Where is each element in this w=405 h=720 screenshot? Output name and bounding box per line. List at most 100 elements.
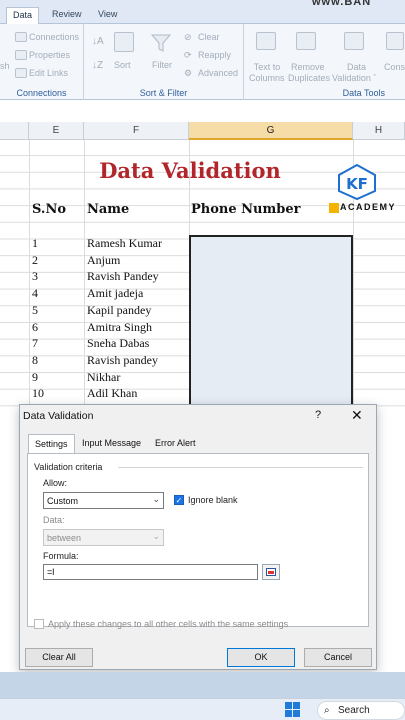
formula-row: =l bbox=[43, 564, 280, 580]
remove-duplicates-label-2[interactable]: Duplicates bbox=[288, 73, 330, 83]
ribbon: sh Connections Properties Edit Links Con… bbox=[0, 24, 405, 100]
cell-name[interactable]: Anjum bbox=[87, 253, 120, 268]
group-label-sort-filter: Sort & Filter bbox=[139, 88, 188, 98]
chevron-down-icon: ⌄ bbox=[152, 531, 160, 541]
cell-sno[interactable]: 1 bbox=[32, 236, 38, 251]
allow-label: Allow: bbox=[43, 478, 68, 488]
cell-sno[interactable]: 7 bbox=[32, 336, 38, 351]
advanced-button[interactable]: Advanced bbox=[198, 68, 238, 78]
watermark-text: www.BAN bbox=[312, 0, 372, 8]
cell-name[interactable]: Sneha Dabas bbox=[87, 336, 149, 351]
cell-sno[interactable]: 2 bbox=[32, 253, 38, 268]
close-icon[interactable]: ✕ bbox=[351, 407, 363, 424]
range-icon-arrow bbox=[268, 571, 274, 574]
advanced-icon: ⚙ bbox=[184, 68, 193, 78]
allow-select[interactable]: Custom ⌄ bbox=[43, 492, 164, 509]
column-header-h[interactable]: H bbox=[353, 122, 405, 140]
consolidate-label[interactable]: Conso bbox=[384, 62, 405, 72]
connections-button[interactable]: Connections bbox=[29, 32, 79, 42]
status-strip bbox=[0, 672, 405, 698]
text-to-columns-icon bbox=[256, 32, 276, 50]
formula-label: Formula: bbox=[43, 551, 79, 561]
clear-icon: ⊘ bbox=[184, 32, 192, 42]
sort-button[interactable]: Sort bbox=[114, 60, 131, 70]
column-header-f[interactable]: F bbox=[84, 122, 189, 140]
clear-button[interactable]: Clear bbox=[198, 32, 220, 42]
remove-duplicates-label-1[interactable]: Remove bbox=[291, 62, 325, 72]
ok-button[interactable]: OK bbox=[227, 648, 295, 667]
allow-value: Custom bbox=[47, 496, 79, 506]
corner-header[interactable] bbox=[0, 122, 29, 140]
kf-academy-logo: KF ACADEMY bbox=[329, 163, 395, 217]
ribbon-tab-bar: Data Review View www.BAN bbox=[0, 0, 405, 24]
dialog-title: Data Validation bbox=[23, 410, 94, 422]
divider bbox=[118, 467, 363, 468]
range-selector-button[interactable] bbox=[262, 564, 280, 580]
tab-review[interactable]: Review bbox=[46, 7, 88, 24]
phone-number-selection[interactable] bbox=[189, 235, 353, 410]
reapply-button[interactable]: Reapply bbox=[198, 50, 231, 60]
cell-name[interactable]: Nikhar bbox=[87, 370, 120, 385]
ignore-blank-checkbox[interactable]: ✓ bbox=[174, 495, 184, 505]
tab-input-message[interactable]: Input Message bbox=[82, 434, 141, 454]
data-validation-dialog: Data Validation ? ✕ Settings Input Messa… bbox=[19, 404, 377, 670]
cut-refresh-label: sh bbox=[0, 61, 10, 71]
cell-sno[interactable]: 5 bbox=[32, 303, 38, 318]
group-data-tools: Text to Columns Remove Duplicates Data V… bbox=[244, 24, 405, 100]
taskbar-search[interactable]: ⌕ Search bbox=[317, 701, 405, 720]
sort-za-icon[interactable]: ↓Z bbox=[92, 60, 103, 71]
cell-sno[interactable]: 9 bbox=[32, 370, 38, 385]
logo-accent-square bbox=[329, 203, 339, 213]
edit-links-icon bbox=[15, 68, 27, 78]
edit-links-button[interactable]: Edit Links bbox=[29, 68, 68, 78]
search-icon: ⌕ bbox=[324, 705, 330, 716]
header-sno: S.No bbox=[32, 202, 67, 217]
column-header-g[interactable]: G bbox=[189, 122, 353, 140]
column-header-e[interactable]: E bbox=[29, 122, 84, 140]
clear-all-button[interactable]: Clear All bbox=[25, 648, 93, 667]
windows-start-icon[interactable] bbox=[285, 702, 301, 718]
cell-name[interactable]: Kapil pandey bbox=[87, 303, 151, 318]
cell-name[interactable]: Ramesh Kumar bbox=[87, 236, 162, 251]
group-sort-filter: ↓A ↓Z Sort Filter ⊘ Clear ⟳ Reapply ⚙ Ad… bbox=[84, 24, 244, 100]
formula-input[interactable]: =l bbox=[43, 564, 258, 580]
cell-sno[interactable]: 4 bbox=[32, 286, 38, 301]
kf-logo-text: ACADEMY bbox=[340, 202, 397, 212]
filter-button[interactable]: Filter bbox=[152, 60, 172, 70]
sort-dialog-icon[interactable] bbox=[114, 32, 134, 52]
header-name: Name bbox=[87, 202, 130, 217]
taskbar: ⌕ Search bbox=[0, 698, 405, 720]
cell-sno[interactable]: 6 bbox=[32, 320, 38, 335]
kf-logo-mark: KF bbox=[346, 175, 368, 193]
text-to-columns-label-1[interactable]: Text to bbox=[251, 62, 283, 72]
text-to-columns-label-2[interactable]: Columns bbox=[249, 73, 285, 83]
sort-az-icon[interactable]: ↓A bbox=[92, 36, 104, 47]
data-validation-label-1[interactable]: Data bbox=[347, 62, 366, 72]
cell-sno[interactable]: 10 bbox=[32, 386, 44, 401]
tab-data[interactable]: Data bbox=[6, 7, 40, 24]
apply-all-checkbox[interactable] bbox=[34, 619, 44, 629]
reapply-icon: ⟳ bbox=[184, 50, 192, 60]
cell-name[interactable]: Ravish Pandey bbox=[87, 269, 159, 284]
cancel-button[interactable]: Cancel bbox=[304, 648, 372, 667]
data-validation-label-2[interactable]: Validation ˇ bbox=[332, 73, 376, 83]
properties-button[interactable]: Properties bbox=[29, 50, 70, 60]
help-button[interactable]: ? bbox=[315, 409, 321, 421]
tab-view[interactable]: View bbox=[92, 7, 123, 24]
cell-sno[interactable]: 3 bbox=[32, 269, 38, 284]
data-select[interactable]: between ⌄ bbox=[43, 529, 164, 546]
remove-duplicates-icon bbox=[296, 32, 316, 50]
group-label-connections: Connections bbox=[16, 88, 67, 98]
tab-settings[interactable]: Settings bbox=[28, 434, 75, 454]
sheet-title: Data Validation bbox=[99, 158, 281, 183]
cell-name[interactable]: Amitra Singh bbox=[87, 320, 152, 335]
cell-name[interactable]: Ravish pandey bbox=[87, 353, 158, 368]
data-value: between bbox=[47, 533, 82, 543]
ignore-blank-label: Ignore blank bbox=[188, 495, 238, 505]
cell-sno[interactable]: 8 bbox=[32, 353, 38, 368]
tab-error-alert[interactable]: Error Alert bbox=[155, 434, 196, 454]
cell-name[interactable]: Amit jadeja bbox=[87, 286, 143, 301]
connections-icon bbox=[15, 32, 27, 42]
kf-logo-icon: KF bbox=[338, 163, 376, 201]
cell-name[interactable]: Adil Khan bbox=[87, 386, 137, 401]
